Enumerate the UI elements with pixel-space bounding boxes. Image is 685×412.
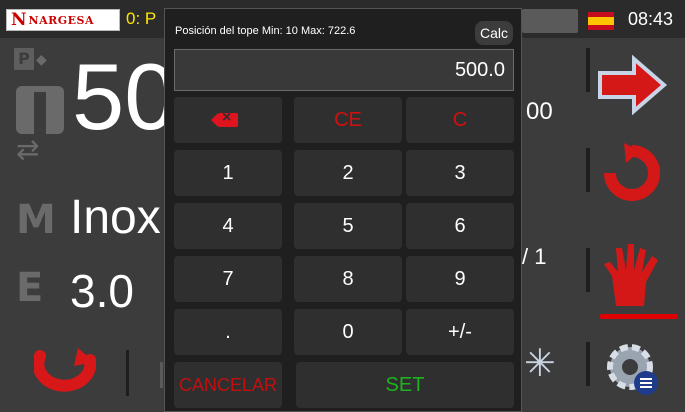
dialog-title: Posición del tope Min: 10 Max: 722.6 (175, 25, 356, 37)
material-value[interactable]: Inox (70, 194, 161, 242)
key-4[interactable]: 4 (174, 203, 282, 249)
value-display[interactable]: 500.0 (174, 49, 514, 91)
clock: 08:43 (628, 9, 674, 29)
top-status-field (522, 9, 578, 33)
key-2[interactable]: 2 (294, 150, 402, 196)
cancel-button[interactable]: CANCELAR (174, 362, 282, 408)
language-flag-icon[interactable] (588, 12, 614, 30)
backspace-icon (211, 109, 238, 127)
set-button[interactable]: SET (296, 362, 514, 408)
ce-button[interactable]: CE (294, 97, 402, 143)
undo-arrow-icon[interactable] (32, 346, 97, 394)
p-indicator-icon: P (14, 48, 34, 70)
key-decimal[interactable]: . (174, 309, 282, 355)
active-indicator (600, 314, 678, 319)
position-input-dialog: Posición del tope Min: 10 Max: 722.6 Cal… (164, 8, 522, 412)
right-ratio: / 1 (522, 244, 547, 269)
bottom-divider (160, 362, 163, 388)
tool-icon (16, 86, 64, 134)
material-icon: M (16, 197, 56, 243)
key-0[interactable]: 0 (294, 309, 402, 355)
key-3[interactable]: 3 (406, 150, 514, 196)
bottom-divider (126, 350, 129, 396)
key-1[interactable]: 1 (174, 150, 282, 196)
next-arrow-icon[interactable] (596, 52, 668, 118)
clear-button[interactable]: C (406, 97, 514, 143)
sidebar-divider (586, 48, 590, 92)
key-6[interactable]: 6 (406, 203, 514, 249)
sidebar-divider (586, 148, 590, 192)
thickness-value[interactable]: 3.0 (70, 268, 134, 314)
cycle-icon[interactable] (596, 140, 668, 206)
swap-icon: ⇄ (16, 133, 40, 166)
calc-button[interactable]: Calc (475, 21, 513, 45)
sidebar-divider (586, 248, 590, 292)
thickness-icon: E (16, 265, 44, 311)
key-9[interactable]: 9 (406, 256, 514, 302)
sidebar-divider (586, 342, 590, 386)
burst-icon[interactable]: ✳ (524, 344, 556, 382)
logo-mark: N (11, 10, 27, 30)
settings-gear-icon[interactable] (596, 336, 668, 402)
backspace-button[interactable] (174, 97, 282, 143)
brand-logo: N NARGESA (6, 9, 120, 31)
position-value[interactable]: 50 (72, 50, 177, 144)
program-label[interactable]: 0: P (126, 9, 156, 29)
key-8[interactable]: 8 (294, 256, 402, 302)
key-7[interactable]: 7 (174, 256, 282, 302)
logo-text: NARGESA (28, 13, 95, 27)
hand-stop-icon[interactable] (596, 242, 668, 308)
key-5[interactable]: 5 (294, 203, 402, 249)
right-value: 00 (526, 98, 553, 125)
direction-icon: ◆ (36, 52, 47, 68)
key-sign[interactable]: +/- (406, 309, 514, 355)
